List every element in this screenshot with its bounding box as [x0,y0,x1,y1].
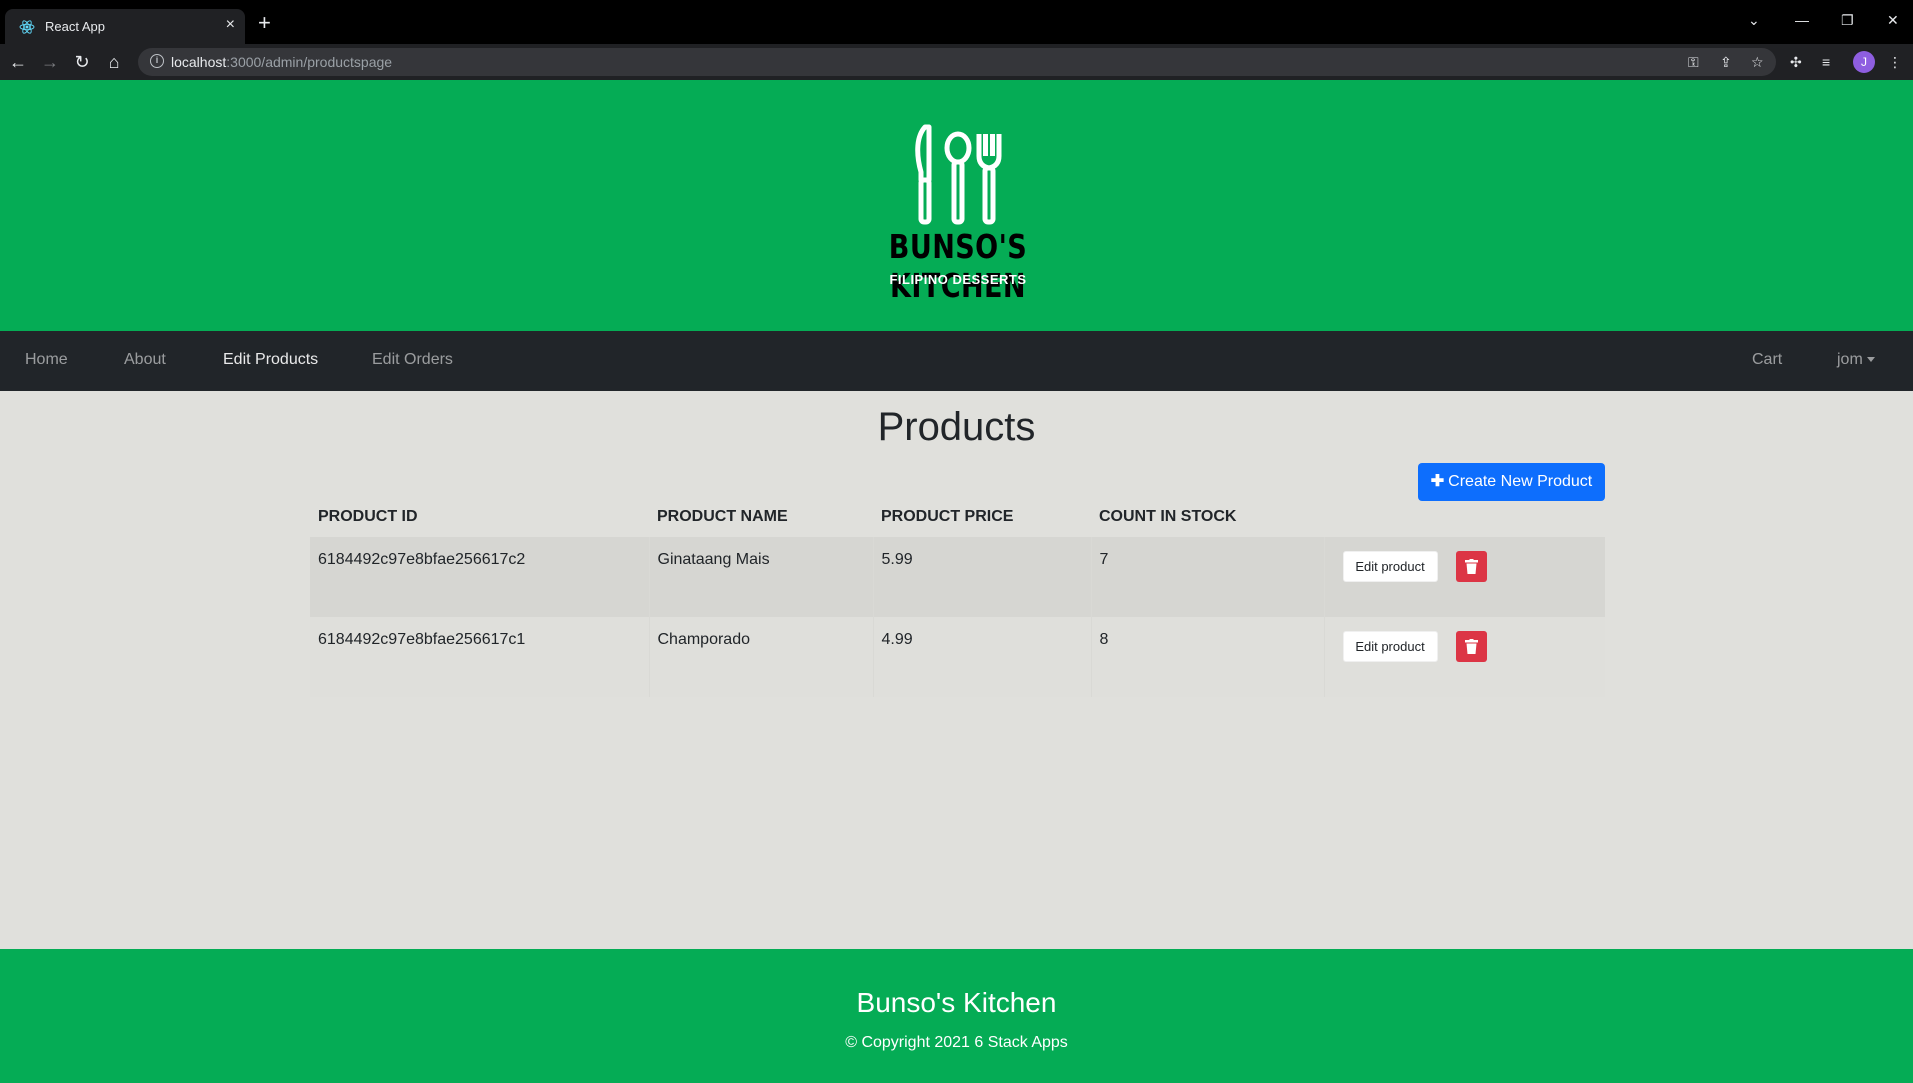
product-price-cell: 4.99 [873,617,1092,697]
nav-edit-orders[interactable]: Edit Orders [372,351,453,369]
address-bar[interactable]: i localhost:3000/admin/productspage [138,48,1776,76]
trash-icon [1464,639,1478,654]
table-row: 6184492c97e8bfae256617c1 Champorado 4.99… [310,617,1605,697]
logo-title: BUNSO'S KITCHEN [888,227,1028,305]
footer: Bunso's Kitchen © Copyright 2021 6 Stack… [0,949,1913,1083]
window-close-icon[interactable]: ✕ [1887,12,1899,29]
share-icon[interactable]: ⇪ [1720,53,1732,71]
user-menu-toggle[interactable]: jom [1837,351,1875,369]
bookmark-star-icon[interactable]: ☆ [1751,53,1764,71]
main-navbar: Home About Edit Products Edit Orders Car… [0,331,1913,391]
create-product-button[interactable]: ✚ Create New Product [1418,463,1605,501]
site-info-icon[interactable]: i [150,54,164,68]
product-price-cell: 5.99 [873,537,1092,617]
footer-brand: Bunso's Kitchen [856,987,1057,1018]
extensions-icon[interactable]: ✣ [1790,53,1802,71]
back-icon[interactable]: ← [6,50,30,74]
product-stock-cell: 7 [1091,537,1325,617]
minimize-icon[interactable]: — [1795,12,1809,28]
nav-home[interactable]: Home [25,351,68,369]
home-icon[interactable]: ⌂ [102,50,126,74]
page: BUNSO'S KITCHEN FILIPINO DESSERTS Home A… [0,80,1913,1083]
chevron-down-icon [1866,357,1875,363]
menu-kebab-icon[interactable]: ⋮ [1888,53,1902,71]
react-icon [19,20,35,34]
column-header-stock: COUNT IN STOCK [1099,508,1237,525]
column-header-price: PRODUCT PRICE [881,508,1014,525]
edit-product-button[interactable]: Edit product [1342,631,1438,662]
table-row: 6184492c97e8bfae256617c2 Ginataang Mais … [310,537,1605,617]
footer-copyright: © Copyright 2021 6 Stack Apps [845,1034,1068,1051]
column-header-name: PRODUCT NAME [657,508,788,525]
cutlery-icon [915,124,1002,225]
products-table: PRODUCT ID PRODUCT NAME PRODUCT PRICE CO… [310,497,1605,697]
delete-product-button[interactable] [1455,631,1487,662]
restore-icon[interactable]: ❐ [1841,12,1854,29]
media-icon[interactable]: ≡ [1822,53,1830,71]
new-tab-icon[interactable]: + [258,12,271,34]
product-stock-cell: 8 [1091,617,1325,697]
column-header-id: PRODUCT ID [318,508,418,525]
edit-product-button[interactable]: Edit product [1342,551,1438,582]
delete-product-button[interactable] [1455,551,1487,582]
hero-banner: BUNSO'S KITCHEN FILIPINO DESSERTS [0,80,1913,331]
nav-cart[interactable]: Cart [1752,351,1782,369]
url-text: localhost:3000/admin/productspage [171,54,393,70]
brand-logo[interactable]: BUNSO'S KITCHEN FILIPINO DESSERTS [833,124,1083,305]
plus-icon: ✚ [1430,473,1445,490]
products-section: Products ✚ Create New Product PRODUCT ID … [0,391,1913,929]
logo-subtitle: FILIPINO DESSERTS [889,272,1027,287]
product-name-cell: Ginataang Mais [649,537,874,617]
trash-icon [1464,559,1478,574]
forward-icon[interactable]: → [38,50,62,74]
profile-avatar[interactable]: J [1853,51,1875,73]
browser-tabbar: React App × + ⌄ — ❐ ✕ [0,0,1913,44]
actions-cell: Edit product [1324,537,1605,617]
browser-tab[interactable]: React App × [5,9,245,44]
product-id-cell: 6184492c97e8bfae256617c1 [310,617,650,697]
user-name: jom [1837,351,1863,368]
nav-about[interactable]: About [124,351,166,369]
tab-search-icon[interactable]: ⌄ [1748,12,1760,29]
product-id-cell: 6184492c97e8bfae256617c2 [310,537,650,617]
column-header-actions [1324,497,1605,537]
actions-cell: Edit product [1324,617,1605,697]
nav-edit-products[interactable]: Edit Products [223,351,318,369]
page-title: Products [877,405,1036,449]
tab-title: React App [45,19,105,34]
key-icon[interactable]: ⚿ [1688,53,1699,71]
product-name-cell: Champorado [649,617,874,697]
create-product-label: Create New Product [1448,473,1593,490]
table-header-row: PRODUCT ID PRODUCT NAME PRODUCT PRICE CO… [310,497,1605,537]
reload-icon[interactable]: ↻ [70,50,94,74]
browser-toolbar: ← → ↻ ⌂ i localhost:3000/admin/productsp… [0,44,1913,80]
tab-close-icon[interactable]: × [226,16,235,34]
